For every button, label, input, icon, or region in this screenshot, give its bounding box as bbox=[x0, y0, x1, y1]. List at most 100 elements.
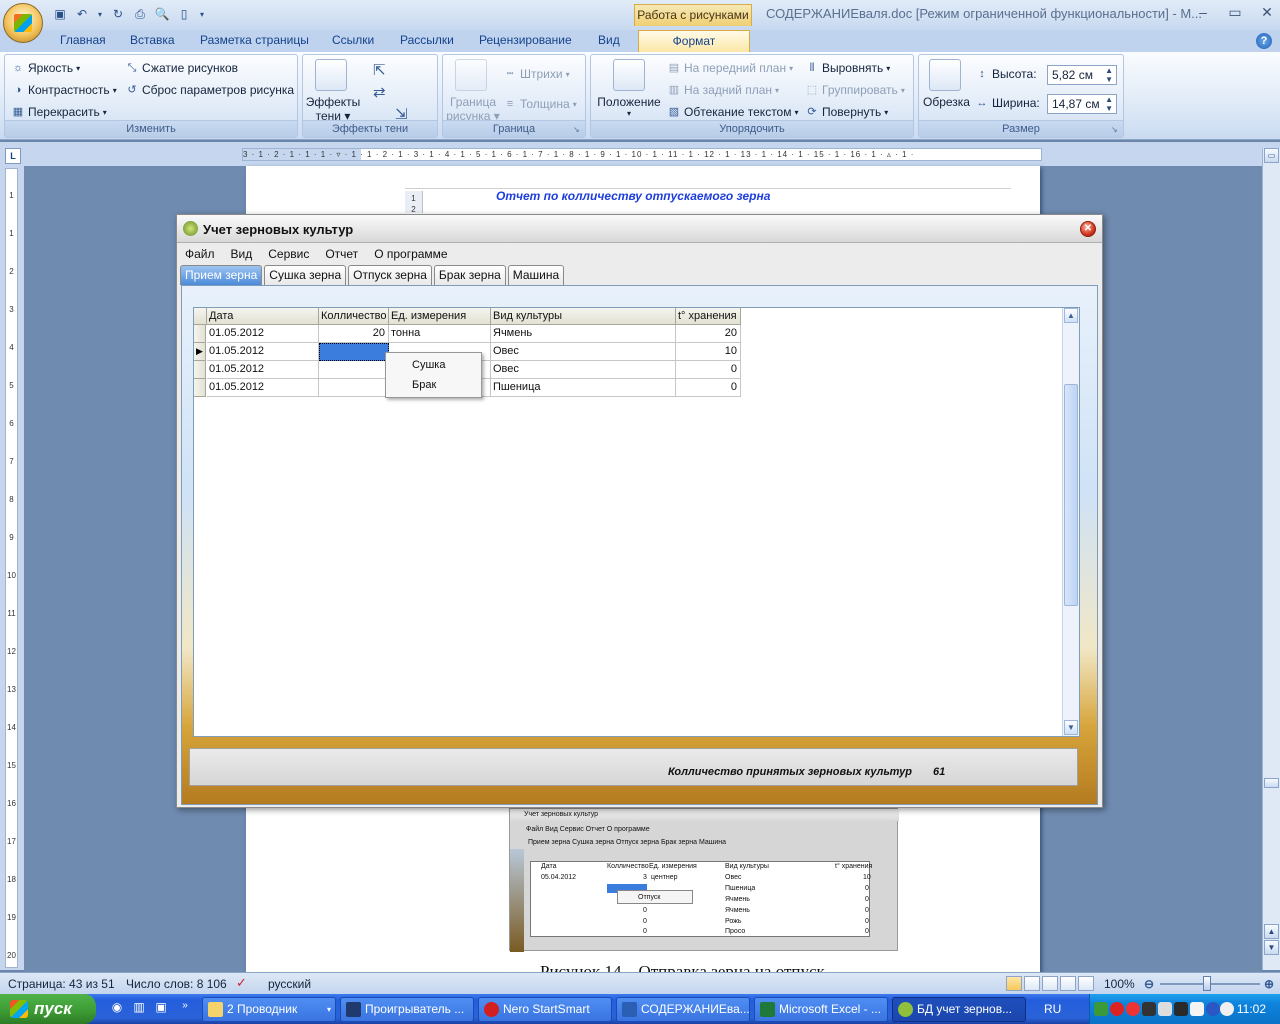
zoom-slider-handle[interactable] bbox=[1203, 976, 1211, 991]
tab-review[interactable]: Рецензирование bbox=[479, 33, 572, 47]
view-full-screen-icon[interactable] bbox=[1024, 976, 1040, 991]
picture-border-button[interactable]: Граница рисунка ▾ bbox=[446, 95, 500, 123]
grid-header-quantity[interactable]: Колличество bbox=[319, 308, 389, 325]
embedded-screenshot[interactable]: Учет зерновых культур Файл Вид Сервис От… bbox=[509, 808, 899, 952]
document-scrollbar[interactable]: ▭ ▲ ▼ bbox=[1262, 148, 1280, 970]
shadow-toggle-icon[interactable]: ⇄ bbox=[373, 83, 386, 101]
tab-vehicle[interactable]: Машина bbox=[507, 265, 565, 285]
crop-button[interactable]: Обрезка bbox=[923, 95, 970, 109]
grid-header-crop[interactable]: Вид культуры bbox=[491, 308, 676, 325]
network-icon[interactable] bbox=[1094, 1002, 1108, 1016]
taskbar-excel[interactable]: Microsoft Excel - ... bbox=[754, 997, 888, 1022]
cell-crop[interactable]: Ячмень bbox=[491, 325, 676, 343]
doc-scroll-thumb[interactable] bbox=[1264, 778, 1279, 788]
close-icon[interactable]: ✕ bbox=[1260, 4, 1274, 21]
cell-quantity-selected[interactable] bbox=[319, 343, 389, 361]
cell-quantity[interactable] bbox=[319, 361, 389, 379]
cell-date[interactable]: 01.05.2012 bbox=[207, 325, 319, 343]
status-word-count[interactable]: Число слов: 8 106 bbox=[126, 977, 227, 991]
shadow-effects-button[interactable]: Эффекты тени ▾ bbox=[306, 95, 361, 123]
new-document-icon[interactable]: ▯ bbox=[176, 6, 192, 22]
tab-grain-defect[interactable]: Брак зерна bbox=[433, 265, 506, 285]
tab-grain-release[interactable]: Отпуск зерна bbox=[348, 265, 432, 285]
align-button[interactable]: ⫴ Выровнять ▾ bbox=[805, 61, 891, 75]
cell-quantity[interactable]: 20 bbox=[319, 325, 389, 343]
undo-dropdown-icon[interactable]: ▾ bbox=[96, 6, 104, 22]
height-input[interactable]: 5,82 см ▲ ▼ bbox=[1047, 65, 1117, 85]
tab-mailings[interactable]: Рассылки bbox=[400, 33, 454, 47]
cell-storage-temp[interactable]: 10 bbox=[676, 343, 741, 361]
minimize-icon[interactable]: – bbox=[1196, 4, 1210, 21]
text-wrapping-button[interactable]: ▧ Обтекание текстом ▾ bbox=[667, 105, 799, 119]
chrome-icon[interactable]: ◉ bbox=[108, 1000, 126, 1018]
zoom-level[interactable]: 100% bbox=[1104, 977, 1135, 991]
status-page[interactable]: Страница: 43 из 51 bbox=[8, 977, 115, 991]
cell-unit[interactable]: тонна bbox=[389, 325, 491, 343]
context-menu-item-defect[interactable]: Брак bbox=[412, 379, 436, 391]
zoom-out-icon[interactable]: ⊖ bbox=[1144, 977, 1154, 991]
cell-storage-temp[interactable]: 0 bbox=[676, 361, 741, 379]
grid-scroll-up-icon[interactable]: ▲ bbox=[1064, 308, 1078, 323]
cell-date[interactable]: 01.05.2012 bbox=[207, 361, 319, 379]
width-spinner-icon[interactable]: ▲ ▼ bbox=[1105, 95, 1113, 113]
height-spinner-icon[interactable]: ▲ ▼ bbox=[1105, 66, 1113, 84]
shadow-effects-icon[interactable] bbox=[315, 59, 347, 91]
view-draft-icon[interactable] bbox=[1078, 976, 1094, 991]
status-language[interactable]: русский bbox=[268, 977, 311, 991]
bring-to-front-button[interactable]: ▤ На передний план ▾ bbox=[667, 61, 793, 75]
cell-crop[interactable]: Пшеница bbox=[491, 379, 676, 397]
dashes-button[interactable]: ┅ Штрихи ▾ bbox=[503, 67, 570, 81]
position-icon[interactable] bbox=[613, 59, 645, 91]
reset-picture-button[interactable]: ↺ Сброс параметров рисунка bbox=[125, 83, 294, 97]
show-desktop-icon[interactable]: ▥ bbox=[130, 1000, 148, 1018]
save-icon[interactable]: ▣ bbox=[52, 6, 68, 22]
tab-grain-drying[interactable]: Сушка зерна bbox=[264, 265, 347, 285]
taskbar-nero[interactable]: Nero StartSmart bbox=[478, 997, 612, 1022]
volume-icon[interactable] bbox=[1220, 1002, 1234, 1016]
tab-view[interactable]: Вид bbox=[598, 33, 620, 47]
opera-icon[interactable] bbox=[1126, 1002, 1140, 1016]
border-dialog-launcher-icon[interactable]: ↘ bbox=[573, 125, 582, 134]
position-button[interactable]: Положение ▾ bbox=[597, 95, 661, 118]
quick-launch-app-icon[interactable]: ▣ bbox=[152, 1000, 170, 1018]
row-header[interactable] bbox=[194, 379, 206, 397]
spelling-check-icon[interactable]: ✓ bbox=[236, 975, 247, 991]
keyboard-language[interactable]: RU bbox=[1044, 1002, 1061, 1016]
brightness-button[interactable]: ☼ Яркость ▾ bbox=[11, 61, 80, 75]
cell-crop[interactable]: Овес bbox=[491, 361, 676, 379]
doc-scroll-up-icon[interactable]: ▲ bbox=[1264, 924, 1279, 939]
taskbar-explorer[interactable]: 2 Проводник ▾ bbox=[202, 997, 336, 1022]
print-preview-icon[interactable]: 🔍 bbox=[154, 6, 170, 22]
compress-pictures-button[interactable]: ⤡ Сжатие рисунков bbox=[125, 61, 238, 75]
doc-scroll-down-icon[interactable]: ▼ bbox=[1264, 940, 1279, 955]
zoom-in-icon[interactable]: ⊕ bbox=[1264, 977, 1274, 991]
help-icon[interactable]: ? bbox=[1256, 33, 1272, 49]
size-dialog-launcher-icon[interactable]: ↘ bbox=[1111, 125, 1120, 134]
intake-data-grid[interactable]: Дата Колличество Ед. измерения Вид культ… bbox=[193, 307, 1080, 737]
grid-header-unit[interactable]: Ед. измерения bbox=[389, 308, 491, 325]
menu-about[interactable]: О программе bbox=[366, 243, 455, 263]
printer-icon[interactable] bbox=[1158, 1002, 1172, 1016]
grid-scroll-thumb[interactable] bbox=[1064, 384, 1078, 606]
quick-launch-expand-icon[interactable]: » bbox=[176, 1000, 194, 1018]
weight-button[interactable]: ≡ Толщина ▾ bbox=[503, 97, 577, 111]
view-web-layout-icon[interactable] bbox=[1042, 976, 1058, 991]
row-header[interactable] bbox=[194, 361, 206, 379]
tab-page-layout[interactable]: Разметка страницы bbox=[200, 33, 309, 47]
taskbar-word[interactable]: СОДЕРЖАНИЕва... bbox=[616, 997, 750, 1022]
tab-grain-intake[interactable]: Прием зерна bbox=[180, 265, 263, 285]
security-check-icon[interactable] bbox=[1190, 1002, 1204, 1016]
clock[interactable]: 11:02 bbox=[1237, 1002, 1266, 1016]
cell-storage-temp[interactable]: 0 bbox=[676, 379, 741, 397]
menu-file[interactable]: Файл bbox=[177, 243, 223, 263]
horizontal-ruler[interactable]: 3 · 1 · 2 · 1 · 1 · 1 · ▿ · 1 · 1 · 2 · … bbox=[242, 148, 1042, 161]
office-button[interactable] bbox=[3, 3, 43, 43]
monitor-icon[interactable] bbox=[1174, 1002, 1188, 1016]
taskbar-grain-db[interactable]: БД учет зернов... bbox=[892, 997, 1026, 1022]
app-close-icon[interactable]: ✕ bbox=[1080, 221, 1096, 237]
vertical-ruler[interactable]: 1 1 2 3 4 5 6 7 8 9 10 11 12 13 14 15 16 17 18 19 20 bbox=[5, 168, 18, 968]
print-icon[interactable]: ⎙ bbox=[132, 6, 148, 22]
send-to-back-button[interactable]: ▥ На задний план ▾ bbox=[667, 83, 779, 97]
tab-references[interactable]: Ссылки bbox=[332, 33, 374, 47]
view-print-layout-icon[interactable] bbox=[1006, 976, 1022, 991]
